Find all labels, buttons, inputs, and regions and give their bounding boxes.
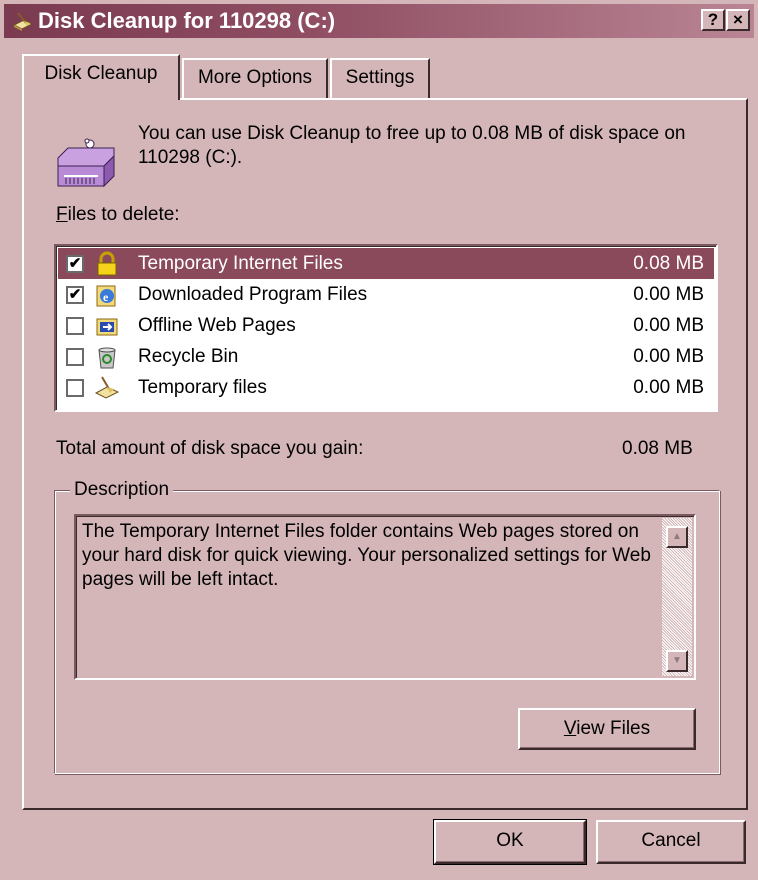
file-name: Temporary files bbox=[138, 377, 267, 398]
file-size: 0.00 MB bbox=[633, 284, 704, 305]
svg-text:e: e bbox=[103, 290, 109, 304]
list-item[interactable]: Temporary files 0.00 MB bbox=[58, 372, 714, 403]
file-name: Temporary Internet Files bbox=[138, 253, 343, 274]
total-space-value: 0.08 MB bbox=[622, 438, 693, 459]
checkbox[interactable]: ✔ bbox=[66, 255, 84, 273]
file-size: 0.00 MB bbox=[633, 315, 704, 336]
files-to-delete-list[interactable]: ✔ Temporary Internet Files 0.08 MB ✔ e D… bbox=[54, 244, 718, 412]
description-scrollbar[interactable]: ▲ ▼ bbox=[662, 518, 692, 676]
tab-disk-cleanup[interactable]: Disk Cleanup bbox=[22, 54, 180, 100]
list-item[interactable]: Offline Web Pages 0.00 MB bbox=[58, 310, 714, 341]
tab-settings[interactable]: Settings bbox=[330, 58, 430, 98]
file-name: Recycle Bin bbox=[138, 346, 239, 367]
window-title: Disk Cleanup for 110298 (C:) bbox=[38, 8, 336, 33]
checkbox[interactable] bbox=[66, 348, 84, 366]
lock-icon bbox=[97, 251, 117, 276]
file-size: 0.08 MB bbox=[633, 253, 704, 274]
disk-cleanup-icon bbox=[12, 12, 34, 31]
file-name: Offline Web Pages bbox=[138, 315, 296, 336]
offline-pages-icon bbox=[96, 318, 118, 336]
description-text: The Temporary Internet Files folder cont… bbox=[82, 521, 651, 590]
hard-drive-icon bbox=[57, 138, 115, 188]
view-files-button[interactable]: View Files bbox=[518, 708, 696, 750]
list-item[interactable]: Recycle Bin 0.00 MB bbox=[58, 341, 714, 372]
ok-button[interactable]: OK bbox=[433, 819, 587, 865]
total-space-label: Total amount of disk space you gain: bbox=[56, 438, 364, 459]
intro-text: You can use Disk Cleanup to free up to 0… bbox=[138, 123, 686, 168]
title-bar[interactable]: Disk Cleanup for 110298 (C:) ? × bbox=[4, 4, 754, 38]
cancel-button[interactable]: Cancel bbox=[596, 820, 746, 864]
file-name: Downloaded Program Files bbox=[138, 284, 368, 305]
scroll-up-button[interactable]: ▲ bbox=[666, 526, 688, 548]
checkbox[interactable] bbox=[66, 317, 84, 335]
checkbox[interactable]: ✔ bbox=[66, 286, 84, 304]
description-box[interactable]: The Temporary Internet Files folder cont… bbox=[74, 514, 696, 680]
disk-cleanup-window: Disk Cleanup for 110298 (C:) ? × Disk Cl… bbox=[0, 0, 758, 880]
ie-icon: e bbox=[96, 285, 116, 307]
temp-files-icon bbox=[94, 376, 120, 399]
recycle-bin-icon bbox=[98, 347, 116, 369]
help-button[interactable]: ? bbox=[701, 9, 725, 31]
list-item[interactable]: ✔ e Downloaded Program Files 0.00 MB bbox=[58, 279, 714, 310]
close-button[interactable]: × bbox=[726, 9, 750, 31]
scroll-down-button[interactable]: ▼ bbox=[666, 650, 688, 672]
files-label-accel: F bbox=[56, 204, 68, 225]
description-group-label: Description bbox=[70, 479, 174, 501]
view-files-rest: iew Files bbox=[576, 718, 651, 739]
tab-more-options[interactable]: More Options bbox=[182, 58, 328, 98]
view-files-accel: V bbox=[563, 718, 577, 739]
files-to-delete-label: Files to delete: bbox=[56, 204, 180, 226]
file-size: 0.00 MB bbox=[633, 377, 704, 398]
checkbox[interactable] bbox=[66, 379, 84, 397]
file-size: 0.00 MB bbox=[633, 346, 704, 367]
files-label-rest: iles to delete: bbox=[67, 204, 180, 225]
list-item[interactable]: ✔ Temporary Internet Files 0.08 MB bbox=[58, 248, 714, 279]
